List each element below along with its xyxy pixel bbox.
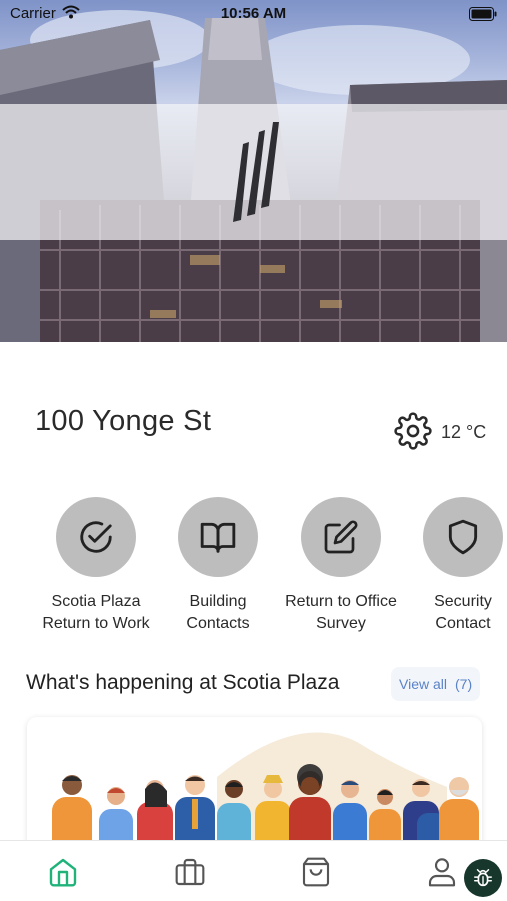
book-open-icon xyxy=(200,522,236,553)
shopping-bag-icon xyxy=(302,857,330,887)
building-name: 100 Yonge St xyxy=(35,405,212,437)
briefcase-icon xyxy=(175,858,205,886)
action-return-to-office-survey[interactable]: Return to Office Survey xyxy=(276,497,406,635)
bug-icon xyxy=(474,869,492,887)
action-icon-circle xyxy=(56,497,136,577)
action-security-contact[interactable]: Security Contact xyxy=(398,497,507,635)
view-all-count: (7) xyxy=(455,676,473,692)
tab-profile[interactable] xyxy=(425,855,459,889)
tab-home[interactable] xyxy=(46,855,80,889)
clock-time: 10:56 AM xyxy=(220,5,287,22)
action-building-contacts[interactable]: Building Contacts xyxy=(153,497,283,635)
gear-icon xyxy=(394,412,432,450)
action-label: Return to Office Survey xyxy=(285,593,397,632)
view-all-label: View all xyxy=(399,676,447,692)
temperature-label: 12 °C xyxy=(441,422,487,442)
tab-bar xyxy=(0,840,507,901)
action-label: Scotia Plaza Return to Work xyxy=(42,593,150,632)
action-icon-circle xyxy=(423,497,503,577)
battery-icon xyxy=(469,7,497,21)
view-all-button[interactable]: View all (7) xyxy=(391,667,481,701)
debug-button[interactable] xyxy=(464,859,502,897)
brand-logo-icon xyxy=(233,122,279,222)
status-bar: Carrier 10:56 AM xyxy=(0,0,507,28)
people-illustration xyxy=(52,732,479,857)
home-icon xyxy=(49,858,77,887)
tab-shop[interactable] xyxy=(299,855,333,889)
check-circle-icon xyxy=(80,521,112,553)
edit-square-icon xyxy=(324,520,358,554)
news-card[interactable] xyxy=(27,717,482,857)
action-icon-circle xyxy=(178,497,258,577)
profile-icon xyxy=(428,858,456,887)
action-label: Building Contacts xyxy=(186,593,250,632)
shield-icon xyxy=(448,519,478,555)
hero-banner xyxy=(0,0,507,342)
section-title: What's happening at Scotia Plaza xyxy=(26,671,340,694)
action-icon-circle xyxy=(301,497,381,577)
tab-briefcase[interactable] xyxy=(173,855,207,889)
action-label: Security Contact xyxy=(434,593,492,632)
settings-button[interactable] xyxy=(394,412,432,450)
action-scotia-return-to-work[interactable]: Scotia Plaza Return to Work xyxy=(31,497,161,635)
